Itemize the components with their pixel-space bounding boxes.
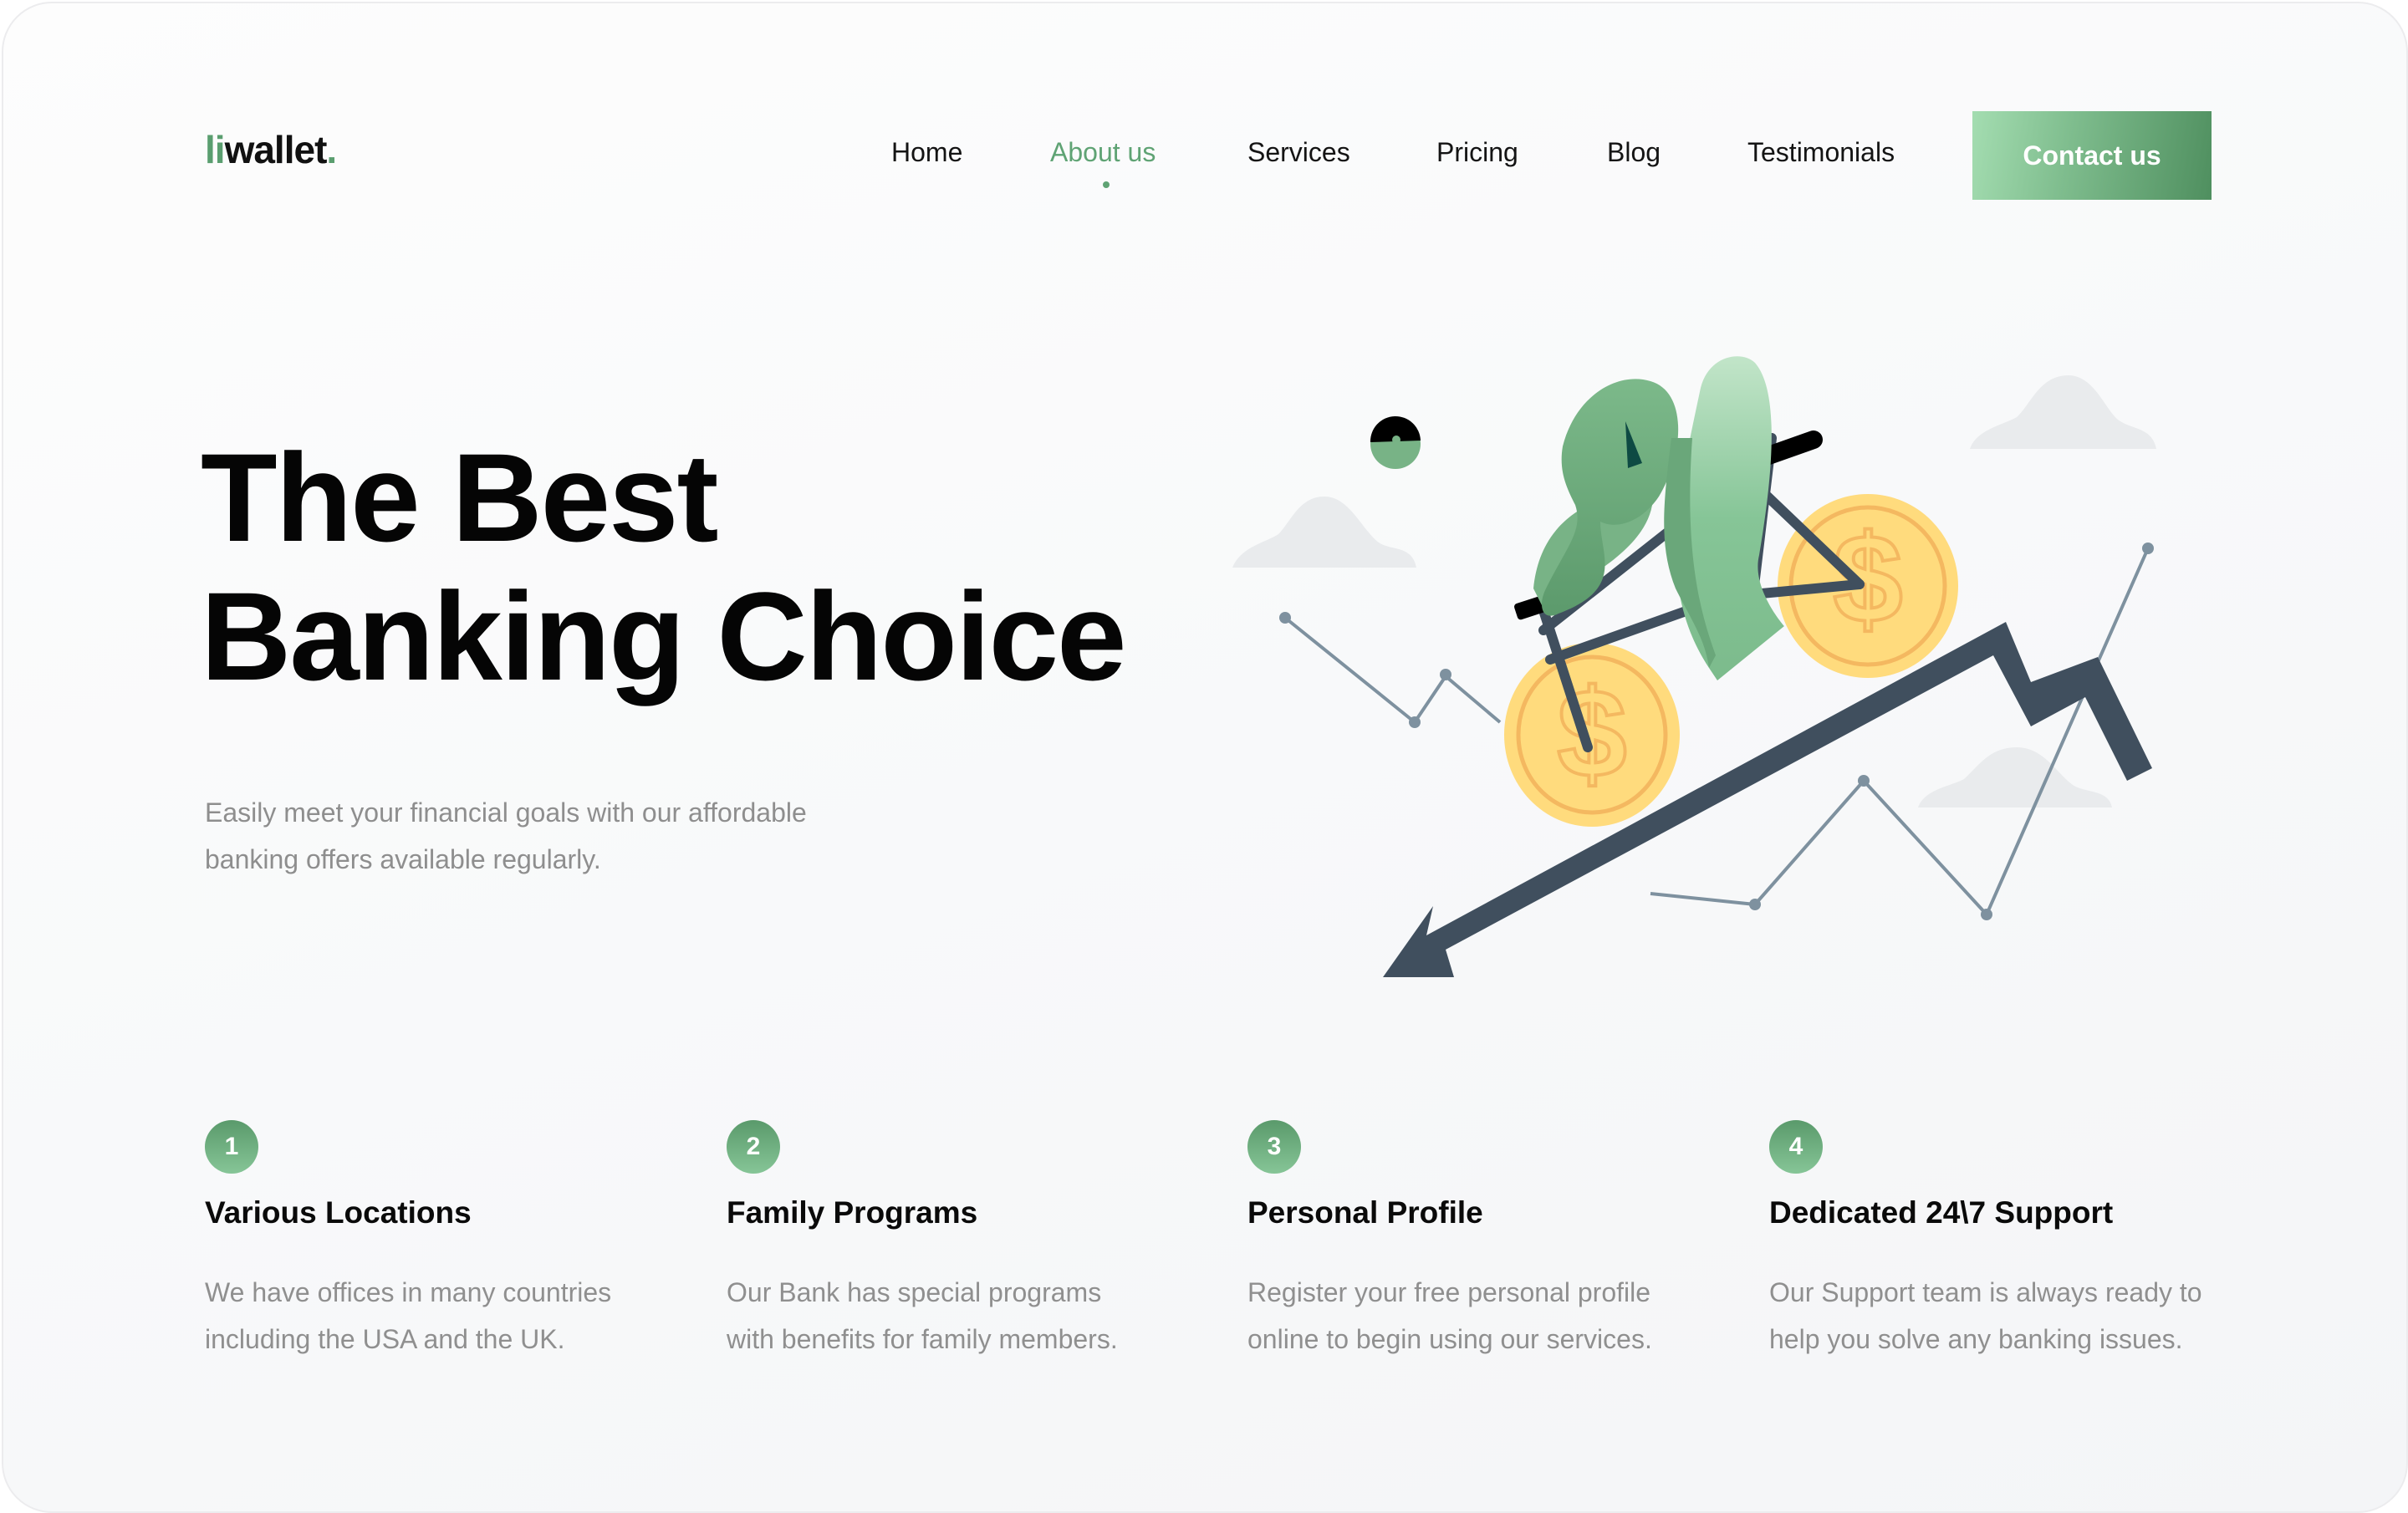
chart-point: [1409, 716, 1421, 728]
cloud-icon: [1970, 375, 2156, 449]
cloud-icon: [1918, 747, 2112, 807]
hero-title: The Best Banking Choice: [201, 427, 1126, 706]
feature-number-badge: 4: [1769, 1120, 1823, 1174]
nav-about-us[interactable]: About us: [1050, 137, 1156, 168]
hero-title-line-1: The Best: [201, 427, 718, 568]
nav-blog[interactable]: Blog: [1607, 137, 1661, 168]
feature-title: Dedicated 24\7 Support: [1769, 1195, 2114, 1230]
feature-number-badge: 2: [727, 1120, 780, 1174]
contact-us-button[interactable]: Contact us: [1972, 111, 2212, 200]
rider-head: [1370, 415, 1421, 469]
feature-description: We have offices in many countries includi…: [205, 1269, 673, 1363]
hero-subtitle-line-1: Easily meet your financial goals with ou…: [205, 797, 807, 828]
feature-title: Various Locations: [205, 1195, 472, 1230]
active-indicator-dot: [1103, 181, 1110, 188]
hero-subtitle: Easily meet your financial goals with ou…: [205, 789, 924, 883]
nav-home[interactable]: Home: [891, 137, 962, 168]
feature-description: Our Bank has special programs with benefi…: [727, 1269, 1195, 1363]
chart-point: [1749, 899, 1761, 910]
page-frame: liwallet. Home About us Services Pricing…: [2, 2, 2408, 1513]
logo-dot: .: [326, 128, 337, 171]
chart-point: [1440, 669, 1451, 680]
hero-illustration: $ $: [1232, 356, 2156, 977]
nav-testimonials[interactable]: Testimonials: [1747, 137, 1895, 168]
feature-description-line: including the USA and the UK.: [205, 1324, 565, 1354]
hero-title-line-2: Banking Choice: [201, 566, 1126, 706]
logo-name: wallet: [224, 128, 328, 171]
cloud-icon: [1232, 497, 1416, 568]
feature-dedicated-support: 4 Dedicated 24\7 Support Our Support tea…: [1769, 1120, 2271, 1354]
feature-description: Register your free personal profile onlin…: [1247, 1269, 1716, 1363]
coin-icon: $: [1504, 643, 1680, 827]
feature-description-line: Register your free personal profile: [1247, 1277, 1651, 1307]
feature-title: Personal Profile: [1247, 1195, 1483, 1230]
feature-family-programs: 2 Family Programs Our Bank has special p…: [727, 1120, 1228, 1354]
feature-various-locations: 1 Various Locations We have offices in m…: [205, 1120, 707, 1354]
rider-leg: [1676, 356, 1784, 680]
feature-personal-profile: 3 Personal Profile Register your free pe…: [1247, 1120, 1749, 1354]
feature-description-line: Our Support team is always ready to: [1769, 1277, 2202, 1307]
logo-prefix: li: [205, 128, 226, 171]
feature-description-line: online to begin using our services.: [1247, 1324, 1652, 1354]
feature-description-line: help you solve any banking issues.: [1769, 1324, 2183, 1354]
nav-pricing[interactable]: Pricing: [1436, 137, 1518, 168]
hero-subtitle-line-2: banking offers available regularly.: [205, 844, 601, 874]
nav-services[interactable]: Services: [1247, 137, 1350, 168]
svg-text:$: $: [1833, 508, 1902, 649]
logo[interactable]: liwallet.: [205, 127, 337, 172]
feature-number-badge: 1: [205, 1120, 258, 1174]
chart-point: [2142, 543, 2154, 554]
feature-description-line: Our Bank has special programs: [727, 1277, 1102, 1307]
feature-description-line: We have offices in many countries: [205, 1277, 612, 1307]
feature-description: Our Support team is always ready to help …: [1769, 1269, 2237, 1363]
chart-point: [1981, 909, 1992, 920]
feature-description-line: with benefits for family members.: [727, 1324, 1118, 1354]
feature-number-badge: 3: [1247, 1120, 1301, 1174]
chart-point: [1858, 775, 1870, 787]
feature-title: Family Programs: [727, 1195, 978, 1230]
chart-point: [1279, 612, 1291, 624]
